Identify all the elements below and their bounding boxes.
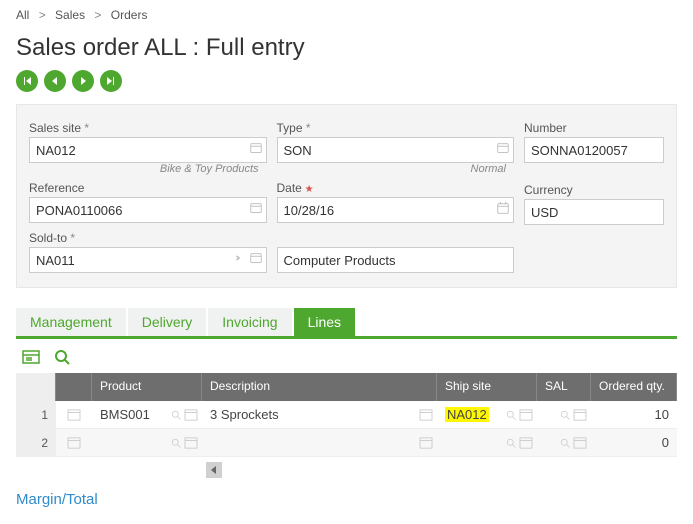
currency-input[interactable]	[524, 199, 664, 225]
header-ship-site[interactable]: Ship site	[437, 373, 537, 401]
breadcrumb-sep: >	[39, 8, 46, 22]
sold-to-label: Sold-to	[29, 231, 664, 245]
header-description[interactable]: Description	[202, 373, 437, 401]
cell-description[interactable]: 3 Sprockets	[202, 401, 437, 428]
form-panel: Sales site Bike & Toy Products Reference…	[16, 104, 677, 288]
cell-ship-site[interactable]: NA012	[437, 401, 537, 428]
scroll-left-icon[interactable]	[206, 462, 222, 478]
cell-sal[interactable]	[537, 401, 591, 428]
cell-sal[interactable]	[537, 429, 591, 456]
reference-label: Reference	[29, 181, 267, 195]
header-qty[interactable]: Ordered qty.	[591, 373, 677, 401]
breadcrumb-item[interactable]: All	[16, 8, 29, 22]
tabs: Management Delivery Invoicing Lines	[16, 308, 677, 339]
grid-toolbar	[16, 345, 677, 369]
row-action-icon[interactable]	[56, 429, 92, 456]
row-number: 1	[16, 401, 56, 428]
type-label: Type	[277, 121, 515, 135]
nav-last-button[interactable]	[100, 70, 122, 92]
cell-description[interactable]	[202, 429, 437, 456]
sales-site-desc: Bike & Toy Products	[29, 163, 267, 175]
nav-first-button[interactable]	[16, 70, 38, 92]
header-sal[interactable]: SAL	[537, 373, 591, 401]
page-title: Sales order ALL : Full entry	[0, 30, 693, 70]
tab-delivery[interactable]: Delivery	[128, 308, 207, 336]
header-product[interactable]: Product	[92, 373, 202, 401]
card-view-icon[interactable]	[22, 350, 40, 364]
lookup-icon[interactable]	[496, 141, 510, 155]
arrow-icon[interactable]	[229, 251, 243, 265]
lookup-icon[interactable]	[249, 141, 263, 155]
type-desc: Normal	[277, 163, 515, 175]
record-nav	[0, 70, 693, 104]
row-number: 2	[16, 429, 56, 456]
type-input[interactable]	[277, 137, 515, 163]
date-input[interactable]	[277, 197, 515, 223]
margin-total-section[interactable]: Margin/Total	[16, 491, 677, 508]
lines-grid: Product Description Ship site SAL Ordere…	[16, 373, 677, 479]
sold-to-desc-input[interactable]	[277, 247, 515, 273]
header-actions	[56, 373, 92, 401]
row-action-icon[interactable]	[56, 401, 92, 428]
number-input[interactable]	[524, 137, 664, 163]
tab-management[interactable]: Management	[16, 308, 126, 336]
search-icon[interactable]	[54, 349, 70, 365]
breadcrumb-item[interactable]: Orders	[111, 8, 148, 22]
tab-invoicing[interactable]: Invoicing	[208, 308, 291, 336]
number-label: Number	[524, 121, 664, 135]
calendar-icon[interactable]	[496, 201, 510, 215]
tab-lines[interactable]: Lines	[294, 308, 355, 336]
nav-next-button[interactable]	[72, 70, 94, 92]
cell-qty[interactable]: 0	[591, 429, 677, 456]
cell-product[interactable]: BMS001	[92, 401, 202, 428]
cell-ship-site[interactable]	[437, 429, 537, 456]
grid-header: Product Description Ship site SAL Ordere…	[16, 373, 677, 401]
sales-site-label: Sales site	[29, 121, 267, 135]
reference-input[interactable]	[29, 197, 267, 223]
date-label: Date	[277, 181, 515, 195]
currency-label: Currency	[524, 183, 664, 197]
breadcrumb-item[interactable]: Sales	[55, 8, 85, 22]
sales-site-input[interactable]	[29, 137, 267, 163]
table-row[interactable]: 20	[16, 429, 677, 457]
header-rownum	[16, 373, 56, 401]
cell-qty[interactable]: 10	[591, 401, 677, 428]
lookup-icon[interactable]	[249, 251, 263, 265]
nav-prev-button[interactable]	[44, 70, 66, 92]
breadcrumb: All > Sales > Orders	[0, 0, 693, 30]
table-row[interactable]: 1 BMS0013 SprocketsNA012 10	[16, 401, 677, 429]
breadcrumb-sep: >	[94, 8, 101, 22]
cell-product[interactable]	[92, 429, 202, 456]
lookup-icon[interactable]	[249, 201, 263, 215]
horizontal-scrollbar[interactable]	[206, 461, 677, 479]
